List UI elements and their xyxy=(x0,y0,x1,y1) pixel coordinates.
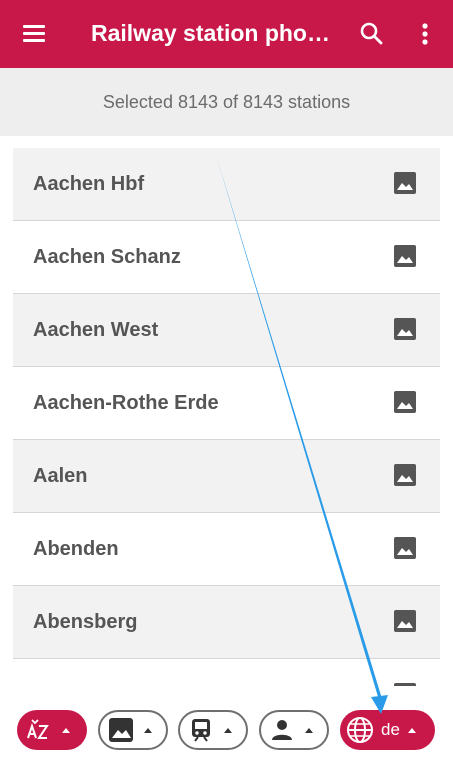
more-vert-icon[interactable] xyxy=(413,20,437,48)
photo-icon xyxy=(393,536,417,560)
active-station-filter-chip[interactable] xyxy=(178,710,248,750)
photo-icon xyxy=(393,390,417,414)
selection-count-text: Selected 8143 of 8143 stations xyxy=(102,91,351,112)
person-icon xyxy=(269,717,295,743)
photo-icon xyxy=(108,717,134,743)
chevron-up-icon xyxy=(407,727,416,733)
station-row-aachen-west[interactable]: Aachen West xyxy=(13,294,440,367)
station-name: Aalen xyxy=(33,465,88,487)
app-screen: Railway station pho… Selected 8143 of 81… xyxy=(0,0,453,772)
photo-icon xyxy=(393,317,417,341)
chevron-up-icon xyxy=(224,727,232,733)
page-title: Railway station pho… xyxy=(91,20,330,46)
station-row-aalen[interactable]: Aalen xyxy=(13,440,440,513)
photo-filter-chip[interactable] xyxy=(98,710,168,750)
chevron-up-icon xyxy=(62,727,70,733)
globe-icon xyxy=(345,715,375,745)
sort-az-icon xyxy=(26,717,52,743)
station-name: Aachen-Rothe Erde xyxy=(33,392,219,414)
chevron-up-icon xyxy=(144,727,152,733)
station-name: Aachen West xyxy=(33,319,159,341)
station-row-abensberg[interactable]: Abensberg xyxy=(13,586,440,659)
station-list[interactable]: Aachen Hbf Aachen Schanz Aachen West Aac… xyxy=(13,148,440,686)
station-name: Abenden xyxy=(33,538,119,560)
chevron-up-icon xyxy=(305,727,313,733)
sort-filter-chip[interactable] xyxy=(17,710,87,750)
station-name: Aachen Hbf xyxy=(33,173,145,195)
station-name: Abensberg xyxy=(33,611,138,633)
nickname-filter-chip[interactable] xyxy=(259,710,329,750)
filter-bar: de xyxy=(0,686,453,772)
station-row-abenden[interactable]: Abenden xyxy=(13,513,440,586)
selection-summary: Selected 8143 of 8143 stations xyxy=(0,68,453,136)
station-row-aachen-schanz[interactable]: Aachen Schanz xyxy=(13,221,440,294)
station-row-partial[interactable] xyxy=(13,659,440,686)
menu-icon[interactable] xyxy=(22,20,48,46)
train-icon xyxy=(188,717,214,743)
station-name: Aachen Schanz xyxy=(33,246,181,268)
photo-icon xyxy=(393,171,417,195)
photo-icon xyxy=(393,244,417,268)
station-row-aachen-rothe-erde[interactable]: Aachen-Rothe Erde xyxy=(13,367,440,440)
station-row-aachen-hbf[interactable]: Aachen Hbf xyxy=(13,148,440,221)
country-filter-chip[interactable]: de xyxy=(340,710,435,750)
photo-icon xyxy=(393,463,417,487)
search-icon[interactable] xyxy=(358,20,386,48)
toolbar: Railway station pho… xyxy=(0,0,453,68)
photo-icon xyxy=(393,609,417,633)
country-label: de xyxy=(381,720,400,739)
